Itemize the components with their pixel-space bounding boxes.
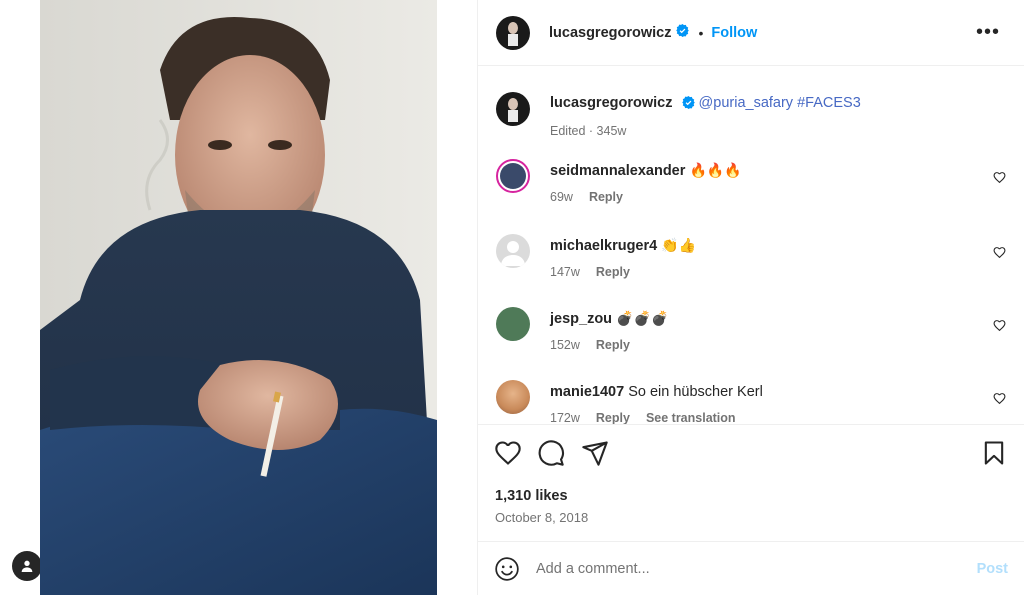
comment-age: 172w [550,411,580,424]
like-comment-icon[interactable] [993,246,1006,264]
post-actions: 1,310 likes October 8, 2018 [478,424,1024,547]
comment-username[interactable]: jesp_zou [550,311,612,327]
comment-icon[interactable] [537,439,565,472]
comment-text: So ein hübscher Kerl [628,384,763,400]
comment-age: 69w [550,190,573,204]
caption-row: lucasgregorowicz @puria_safary #FACES3 E… [496,92,1006,138]
comment-avatar[interactable] [496,234,530,268]
comment-avatar[interactable] [496,380,530,414]
comment-text: 💣💣💣 [616,311,669,327]
comment-avatar[interactable] [496,307,530,341]
post-photo [40,0,437,595]
reply-button[interactable]: Reply [589,190,623,204]
separator-dot: • [698,24,704,41]
like-comment-icon[interactable] [993,319,1006,337]
verified-icon [681,96,695,114]
see-translation-link[interactable]: See translation [646,411,736,424]
comment-username[interactable]: seidmannalexander [550,163,685,179]
reply-button[interactable]: Reply [596,411,630,424]
author-avatar[interactable] [496,15,530,50]
comment-meta: 152w Reply [550,338,1006,352]
share-icon[interactable] [581,439,609,472]
comment-text: 👏👍 [661,238,697,254]
comment-meta: 69w Reply [550,190,1006,204]
post-date: October 8, 2018 [495,510,589,525]
comment-meta: 147w Reply [550,265,1006,279]
reply-button[interactable]: Reply [596,265,630,279]
reply-button[interactable]: Reply [596,338,630,352]
emoji-icon[interactable] [494,556,520,582]
comment-row: michaelkruger4 👏👍 147w Reply [496,234,1006,279]
comment-composer: Post [478,541,1024,595]
comment-meta: 172w Reply See translation [550,411,1006,424]
comment-row: seidmannalexander 🔥🔥🔥 69w Reply [496,159,1006,204]
caption-username[interactable]: lucasgregorowicz [550,95,672,111]
caption-meta: Edited · 345w [550,124,627,138]
bookmark-icon[interactable] [980,439,1008,472]
caption-avatar[interactable] [496,92,530,126]
comment-age: 152w [550,338,580,352]
post-button[interactable]: Post [977,561,1008,577]
comment-input[interactable] [536,560,977,577]
verified-icon [676,23,690,42]
comment-text: 🔥🔥🔥 [689,163,742,179]
likes-count[interactable]: 1,310 likes [495,488,568,504]
comment-row: manie1407 So ein hübscher Kerl 172w Reply… [496,380,1006,424]
comment-age: 147w [550,265,580,279]
comment-avatar[interactable] [496,159,530,193]
follow-button[interactable]: Follow [711,25,757,41]
comment-username[interactable]: michaelkruger4 [550,238,657,254]
left-margin [0,0,40,595]
author-username[interactable]: lucasgregorowicz [549,25,671,41]
comment-username[interactable]: manie1407 [550,384,624,400]
comment-row: jesp_zou 💣💣💣 152w Reply [496,307,1006,352]
heart-icon[interactable] [494,439,522,472]
profile-icon[interactable] [12,551,42,581]
comments-list: lucasgregorowicz @puria_safary #FACES3 E… [478,66,1024,424]
like-comment-icon[interactable] [993,171,1006,189]
more-icon[interactable]: ••• [970,21,1006,44]
post-panel: lucasgregorowicz • Follow ••• lucasgrego… [477,0,1024,595]
post-header: lucasgregorowicz • Follow ••• [478,0,1024,66]
like-comment-icon[interactable] [993,392,1006,410]
caption-text[interactable]: @puria_safary #FACES3 [699,95,861,111]
